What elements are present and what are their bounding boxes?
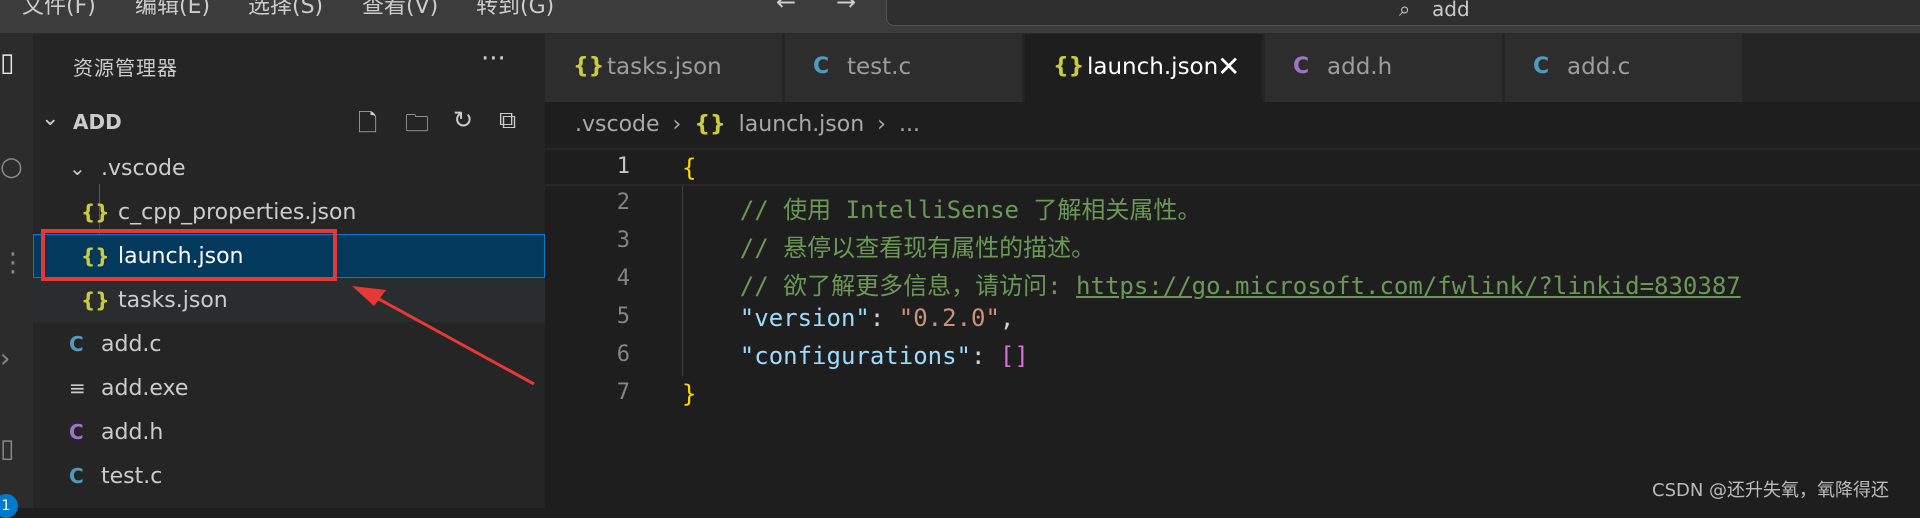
command-center-text: add <box>1432 0 1470 21</box>
code-line: 3 // 悬停以查看现有属性的描述。 <box>545 224 1920 262</box>
tree-item-label: tasks.json <box>118 288 228 313</box>
line-number: 2 <box>616 190 630 215</box>
code-editor[interactable]: 1 { 2 // 使用 IntelliSense 了解相关属性。 3 // 悬停… <box>545 148 1920 508</box>
json-icon: {} <box>1053 54 1085 79</box>
line-number: 6 <box>616 342 630 367</box>
json-key: version <box>754 304 856 332</box>
code-line: 2 // 使用 IntelliSense 了解相关属性。 <box>545 186 1920 224</box>
tree-item-label: add.exe <box>101 376 189 401</box>
code-line: 4 // 欲了解更多信息，请访问: https://go.microsoft.c… <box>545 262 1920 300</box>
arrow-right-icon[interactable]: → <box>836 0 856 16</box>
line-number: 4 <box>616 266 630 291</box>
activity-bar: ▯ ○ ⋮ › ▯ 1 <box>0 34 33 518</box>
menu-edit[interactable]: 编辑(E) <box>135 0 210 20</box>
sidebar-title: 资源管理器 <box>73 56 178 80</box>
json-key: configurations <box>754 342 957 370</box>
file-lines-icon: ≡ <box>69 376 86 400</box>
close-brace: } <box>682 380 697 408</box>
tree-item-label: add.c <box>101 332 162 357</box>
extensions-icon[interactable]: ▯ <box>0 434 33 464</box>
menu-go[interactable]: 转到(G) <box>476 0 554 20</box>
code-line: 5 "version": "0.2.0", <box>545 300 1920 338</box>
menu-view[interactable]: 查看(V) <box>362 0 438 20</box>
search-activity-icon[interactable]: ○ <box>0 152 33 182</box>
open-brace: { <box>682 154 697 182</box>
tab-add-c[interactable]: C add.c <box>1505 34 1743 102</box>
notification-badge: 1 <box>0 494 18 518</box>
json-array: [] <box>999 342 1029 370</box>
json-icon: {} <box>573 54 605 79</box>
tree-item-test-c[interactable]: C test.c <box>33 454 545 498</box>
chevron-right-icon: › <box>877 112 886 137</box>
tab-launch-json[interactable]: {} launch.json ✕ <box>1025 34 1263 102</box>
tree-item-tasks-json[interactable]: {} tasks.json <box>33 278 545 322</box>
tab-label: add.h <box>1327 54 1393 80</box>
collapse-all-icon[interactable]: ⧉ <box>499 106 516 134</box>
tab-add-h[interactable]: C add.h <box>1265 34 1503 102</box>
source-control-icon[interactable]: ⋮ <box>0 248 33 278</box>
breadcrumb-more[interactable]: ... <box>899 112 920 137</box>
code-comment: // 欲了解更多信息，请访问: <box>739 272 1077 300</box>
folder-name: ADD <box>73 110 122 134</box>
chevron-down-icon: ⌄ <box>41 106 60 131</box>
code-line: 7 } <box>545 376 1920 414</box>
json-icon: {} <box>81 200 110 224</box>
title-bar: 文件(F) 编辑(E) 选择(S) 查看(V) 转到(G) ← → ⌕ add <box>0 0 1920 34</box>
c-file-icon: C <box>1533 54 1550 79</box>
breadcrumb-file[interactable]: launch.json <box>739 112 865 137</box>
tree-item-add-h[interactable]: C add.h <box>33 410 545 454</box>
line-number: 1 <box>616 154 630 179</box>
refresh-icon[interactable]: ↻ <box>453 106 473 134</box>
line-number: 5 <box>616 304 630 329</box>
explorer-icon[interactable]: ▯ <box>0 48 33 78</box>
line-number: 7 <box>616 380 630 405</box>
arrow-left-icon[interactable]: ← <box>776 0 796 16</box>
new-file-icon[interactable]: 🗋 <box>358 106 377 147</box>
tab-tasks-json[interactable]: {} tasks.json <box>545 34 783 102</box>
more-actions-icon[interactable]: ··· <box>481 44 506 74</box>
tree-item-label: add.h <box>101 420 164 445</box>
tree-item-label: test.c <box>101 464 163 489</box>
tree-item-label: c_cpp_properties.json <box>118 200 357 225</box>
tree-item-add-c[interactable]: C add.c <box>33 322 545 366</box>
c-file-icon: C <box>69 464 84 488</box>
search-icon: ⌕ <box>1399 0 1411 21</box>
c-file-icon: C <box>69 332 84 356</box>
breadcrumb-folder[interactable]: .vscode <box>575 112 660 137</box>
watermark: CSDN @还升失氧，氧降得还 <box>1652 480 1890 501</box>
c-header-icon: C <box>1293 54 1310 79</box>
breadcrumb: .vscode › {} launch.json › ... <box>575 112 926 142</box>
code-line: 1 { <box>545 148 1920 186</box>
chevron-right-icon: › <box>672 112 682 137</box>
code-comment: // 使用 IntelliSense 了解相关属性。 <box>739 196 1202 224</box>
tab-test-c[interactable]: C test.c <box>785 34 1023 102</box>
editor-tab-bar: {} tasks.json C test.c {} launch.json ✕ … <box>545 34 1920 102</box>
c-file-icon: C <box>813 54 830 79</box>
tree-item-c-cpp-properties[interactable]: {} c_cpp_properties.json <box>33 190 545 234</box>
tab-label: test.c <box>847 54 912 80</box>
tab-label: launch.json <box>1087 54 1219 80</box>
tree-item-label: .vscode <box>101 156 186 181</box>
tree-item-vscode[interactable]: ⌄ .vscode <box>33 146 545 190</box>
close-icon[interactable]: ✕ <box>1217 50 1240 83</box>
command-center[interactable]: ⌕ add <box>886 0 1920 26</box>
tab-label: add.c <box>1567 54 1631 80</box>
menu-selection[interactable]: 选择(S) <box>248 0 323 20</box>
code-comment: // 悬停以查看现有属性的描述。 <box>739 234 1096 262</box>
folder-header[interactable]: ⌄ ADD 🗋 🗀 ↻ ⧉ <box>33 102 545 138</box>
annotation-highlight-box <box>41 229 337 281</box>
code-link[interactable]: https://go.microsoft.com/fwlink/?linkid=… <box>1076 272 1741 300</box>
run-debug-icon[interactable]: › <box>0 344 33 374</box>
chevron-down-icon: ⌄ <box>69 156 86 180</box>
tab-label: tasks.json <box>607 54 722 80</box>
code-line: 6 "configurations": [] <box>545 338 1920 376</box>
c-header-icon: C <box>69 420 84 444</box>
new-folder-icon[interactable]: 🗀 <box>405 106 429 147</box>
tree-item-add-exe[interactable]: ≡ add.exe <box>33 366 545 410</box>
line-number: 3 <box>616 228 630 253</box>
menu-file[interactable]: 文件(F) <box>22 0 96 20</box>
json-string-value: 0.2.0 <box>913 304 986 332</box>
json-icon: {} <box>694 112 726 137</box>
json-icon: {} <box>81 288 110 312</box>
